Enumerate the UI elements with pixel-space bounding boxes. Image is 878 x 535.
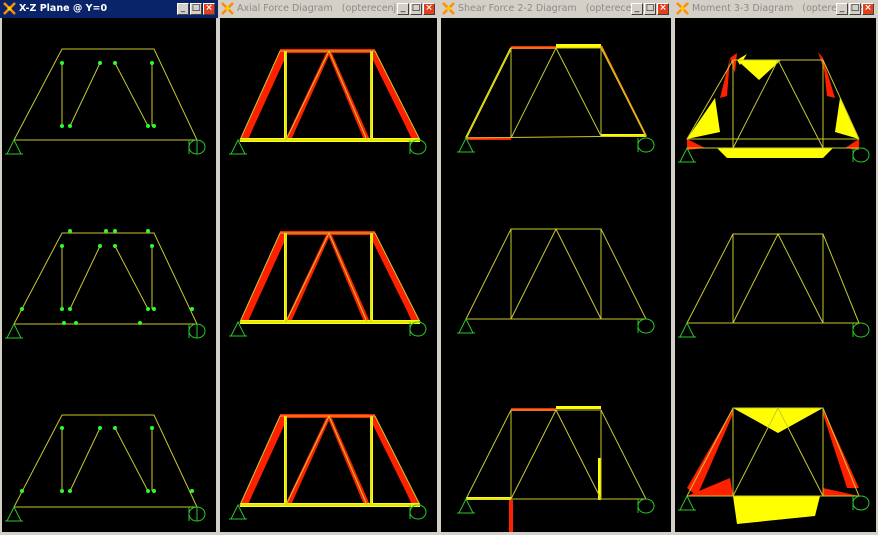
window-title: X-Z Plane @ Y=0	[19, 3, 108, 14]
shear-diagram	[457, 44, 655, 532]
frame-diagram-bottom	[13, 414, 198, 508]
axial-bottom	[239, 413, 421, 508]
close-button[interactable]: ×	[657, 3, 669, 15]
model-drawing	[5, 48, 206, 522]
minimize-button[interactable]: _	[397, 3, 409, 15]
app-icon	[442, 2, 455, 15]
shear-bottom	[465, 406, 647, 532]
minimize-button[interactable]: _	[631, 3, 643, 15]
moment-top	[686, 52, 860, 158]
app-icon	[3, 2, 16, 15]
shear-canvas[interactable]	[441, 18, 671, 532]
window-title: Shear Force 2-2 Diagram (opterecenje)	[458, 3, 650, 14]
moment-bottom	[686, 406, 860, 524]
minimize-button[interactable]: _	[836, 3, 848, 15]
window-moment[interactable]: Moment 3-3 Diagram (opterecenje) _ □ ×	[673, 0, 878, 535]
minimize-button[interactable]: _	[177, 3, 189, 15]
app-icon	[676, 2, 689, 15]
close-button[interactable]: ×	[423, 3, 435, 15]
window-axial-force[interactable]: Axial Force Diagram (opterecenje) _ □ ×	[218, 0, 439, 535]
shear-middle	[465, 227, 647, 320]
shear-top	[465, 44, 647, 140]
close-button[interactable]: ×	[862, 3, 874, 15]
frame-diagram-middle	[13, 229, 198, 325]
moment-diagram	[678, 52, 870, 524]
axial-top	[239, 48, 421, 143]
titlebar[interactable]: X-Z Plane @ Y=0 _ □ ×	[0, 0, 218, 18]
app-icon	[221, 2, 234, 15]
window-shear-force[interactable]: Shear Force 2-2 Diagram (opterecenje) _ …	[439, 0, 673, 535]
maximize-button[interactable]: □	[190, 3, 202, 15]
maximize-button[interactable]: □	[644, 3, 656, 15]
titlebar[interactable]: Moment 3-3 Diagram (opterecenje) _ □ ×	[673, 0, 878, 18]
maximize-button[interactable]: □	[410, 3, 422, 15]
close-button[interactable]: ×	[203, 3, 215, 15]
axial-diagram	[229, 48, 427, 520]
titlebar[interactable]: Shear Force 2-2 Diagram (opterecenje) _ …	[439, 0, 673, 18]
titlebar[interactable]: Axial Force Diagram (opterecenje) _ □ ×	[218, 0, 439, 18]
window-xz-plane[interactable]: X-Z Plane @ Y=0 _ □ ×	[0, 0, 218, 535]
maximize-button[interactable]: □	[849, 3, 861, 15]
model-canvas[interactable]	[2, 18, 216, 532]
supports	[5, 138, 206, 522]
moment-canvas[interactable]	[675, 18, 876, 532]
window-title: Axial Force Diagram (opterecenje)	[237, 3, 406, 14]
axial-middle	[239, 230, 421, 325]
axial-canvas[interactable]	[220, 18, 437, 532]
frame-diagram-top	[13, 48, 198, 141]
moment-middle	[686, 232, 860, 324]
